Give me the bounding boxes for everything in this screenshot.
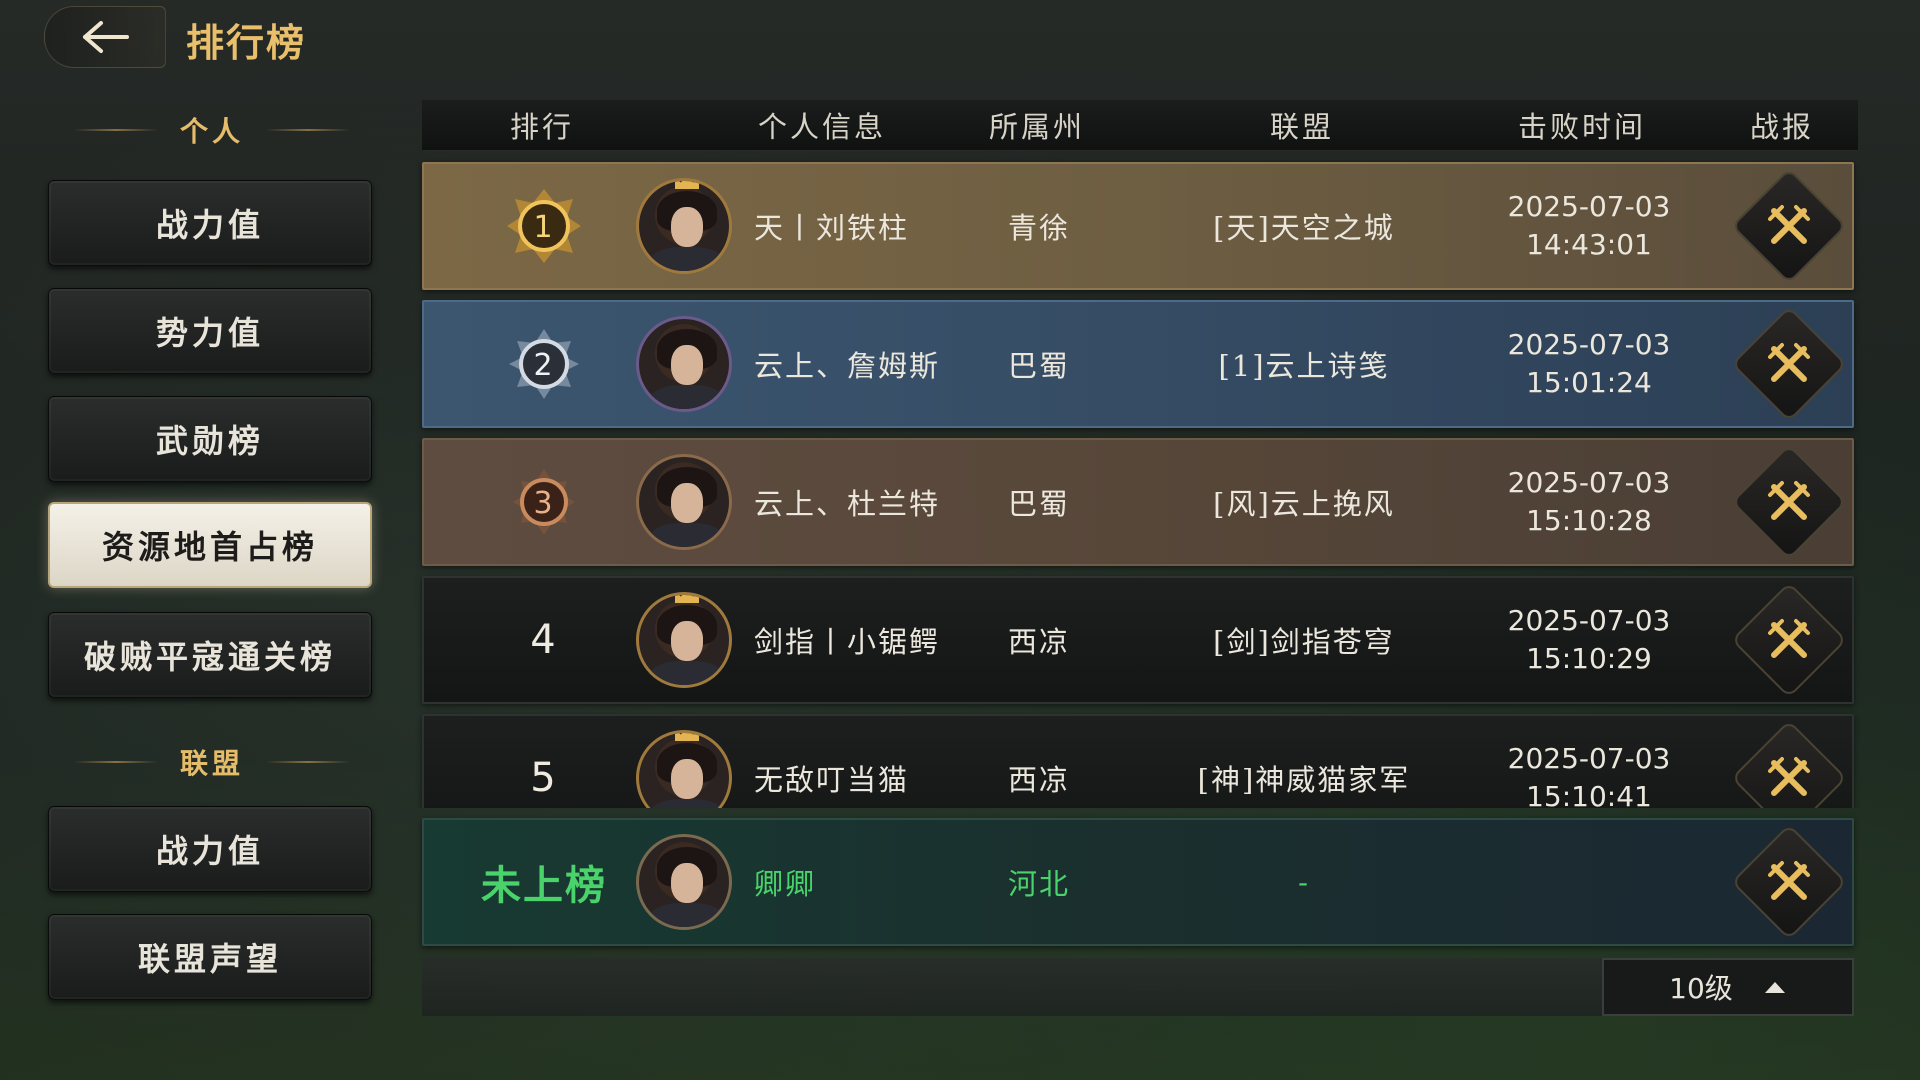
rank-value: 1 xyxy=(533,210,554,245)
defeat-clock: 14:43:01 xyxy=(1526,228,1652,261)
rank-value: 3 xyxy=(533,486,554,521)
avatar-cell xyxy=(634,578,734,702)
avatar[interactable] xyxy=(636,730,732,808)
report-cell xyxy=(1731,302,1847,426)
leaderboard-screen: 排行榜 个人 战力值 势力值 武勋榜 资源地首占榜 破贼平寇通关榜 联盟 战力值… xyxy=(0,0,1920,1080)
player-state: 巴蜀 xyxy=(1007,349,1070,383)
player-state: 西凉 xyxy=(1007,763,1070,797)
player-state: 西凉 xyxy=(1007,625,1070,659)
player-alliance: [剑]剑指苍穹 xyxy=(1213,625,1395,659)
avatar[interactable] xyxy=(636,454,732,550)
avatar-cell xyxy=(634,820,734,944)
table-row[interactable]: 1 天丨刘铁柱 青徐 [天]天空之城 2025-07-03 14:43:01 xyxy=(422,162,1854,290)
player-name[interactable]: 剑指丨小锯鳄 xyxy=(754,578,964,702)
avatar[interactable] xyxy=(636,178,732,274)
tab-alliance-power[interactable]: 战力值 xyxy=(48,806,372,892)
defeat-date: 2025-07-03 xyxy=(1507,190,1671,223)
triangle-up-icon xyxy=(1764,982,1785,993)
player-alliance: [神]神威猫家军 xyxy=(1197,763,1411,797)
defeat-time: 2025-07-03 15:10:29 xyxy=(1484,578,1694,702)
table-row[interactable]: 4 剑指丨小锯鳄 西凉 [剑]剑指苍穹 2025-07-03 15:10:29 xyxy=(422,576,1854,704)
level-value: 10级 xyxy=(1669,972,1733,1005)
avatar[interactable] xyxy=(636,316,732,412)
tab-alliance-prestige[interactable]: 联盟声望 xyxy=(48,914,372,1000)
crossed-swords-icon xyxy=(1768,343,1810,382)
defeat-date: 2025-07-03 xyxy=(1507,466,1671,499)
battle-report-button[interactable] xyxy=(1731,168,1847,284)
player-name[interactable]: 无敌叮当猫 xyxy=(754,716,964,808)
crown-icon xyxy=(675,595,699,603)
defeat-time: 2025-07-03 14:43:01 xyxy=(1484,164,1694,288)
table-scroll-area[interactable]: 1 天丨刘铁柱 青徐 [天]天空之城 2025-07-03 14:43:01 2… xyxy=(0,0,1920,808)
player-state: 青徐 xyxy=(1007,211,1070,245)
player-alliance: [风]云上挽风 xyxy=(1213,487,1395,521)
defeat-date: 2025-07-03 xyxy=(1507,604,1671,637)
silver-medal-icon: 2 xyxy=(509,329,579,399)
rank-cell: 5 xyxy=(484,716,604,808)
rank-cell: 3 xyxy=(484,440,604,564)
player-name[interactable]: 云上、詹姆斯 xyxy=(754,302,964,426)
my-player-alliance: - xyxy=(1298,865,1310,899)
rank-cell: 1 xyxy=(484,164,604,288)
player-name[interactable]: 天丨刘铁柱 xyxy=(754,164,964,288)
player-name[interactable]: 云上、杜兰特 xyxy=(754,440,964,564)
defeat-clock: 15:10:41 xyxy=(1526,780,1652,808)
report-cell xyxy=(1731,440,1847,564)
defeat-clock: 15:10:28 xyxy=(1526,504,1652,537)
crossed-swords-icon xyxy=(1768,619,1810,658)
avatar[interactable] xyxy=(636,592,732,688)
player-alliance: [天]天空之城 xyxy=(1213,211,1395,245)
table-row[interactable]: 5 无敌叮当猫 西凉 [神]神威猫家军 2025-07-03 15:10:41 xyxy=(422,714,1854,808)
defeat-time: 2025-07-03 15:10:28 xyxy=(1484,440,1694,564)
defeat-date: 2025-07-03 xyxy=(1507,328,1671,361)
crossed-swords-icon xyxy=(1768,481,1810,520)
table-row[interactable]: 2 云上、詹姆斯 巴蜀 [1]云上诗笺 2025-07-03 15:01:24 xyxy=(422,300,1854,428)
bronze-medal-icon: 3 xyxy=(513,469,575,535)
crossed-swords-icon xyxy=(1768,205,1810,244)
rank-value: 2 xyxy=(533,348,554,383)
defeat-clock: 15:10:29 xyxy=(1526,642,1652,675)
avatar-cell xyxy=(634,164,734,288)
player-alliance: [1]云上诗笺 xyxy=(1218,349,1390,383)
battle-report-button[interactable] xyxy=(1731,824,1847,940)
crossed-swords-icon xyxy=(1768,861,1810,900)
defeat-clock: 15:01:24 xyxy=(1526,366,1652,399)
report-cell xyxy=(1731,716,1847,808)
battle-report-button[interactable] xyxy=(1731,720,1847,808)
avatar-cell xyxy=(634,716,734,808)
report-cell xyxy=(1731,164,1847,288)
defeat-time: 2025-07-03 15:10:41 xyxy=(1484,716,1694,808)
my-rank-status: 未上榜 xyxy=(481,862,607,909)
crown-icon xyxy=(675,733,699,741)
report-cell xyxy=(1731,820,1847,944)
battle-report-button[interactable] xyxy=(1731,306,1847,422)
report-cell xyxy=(1731,578,1847,702)
battle-report-button[interactable] xyxy=(1731,444,1847,560)
defeat-time: 2025-07-03 15:01:24 xyxy=(1484,302,1694,426)
avatar-cell xyxy=(634,440,734,564)
crossed-swords-icon xyxy=(1768,757,1810,796)
my-rank-row[interactable]: 未上榜 卿卿 河北 - xyxy=(422,818,1854,946)
my-player-state: 河北 xyxy=(1007,867,1070,901)
defeat-date: 2025-07-03 xyxy=(1507,742,1671,775)
my-avatar[interactable] xyxy=(636,834,732,930)
gold-medal-icon: 1 xyxy=(507,189,581,263)
avatar-cell xyxy=(634,302,734,426)
rank-value: 4 xyxy=(530,617,558,663)
my-player-name: 卿卿 xyxy=(754,867,817,901)
table-row[interactable]: 3 云上、杜兰特 巴蜀 [风]云上挽风 2025-07-03 15:10:28 xyxy=(422,438,1854,566)
rank-cell: 4 xyxy=(484,578,604,702)
rank-value: 5 xyxy=(530,755,558,801)
level-selector[interactable]: 10级 xyxy=(1602,958,1854,1016)
crown-icon xyxy=(675,181,699,189)
battle-report-button[interactable] xyxy=(1731,582,1847,698)
player-state: 巴蜀 xyxy=(1007,487,1070,521)
rank-cell: 2 xyxy=(484,302,604,426)
